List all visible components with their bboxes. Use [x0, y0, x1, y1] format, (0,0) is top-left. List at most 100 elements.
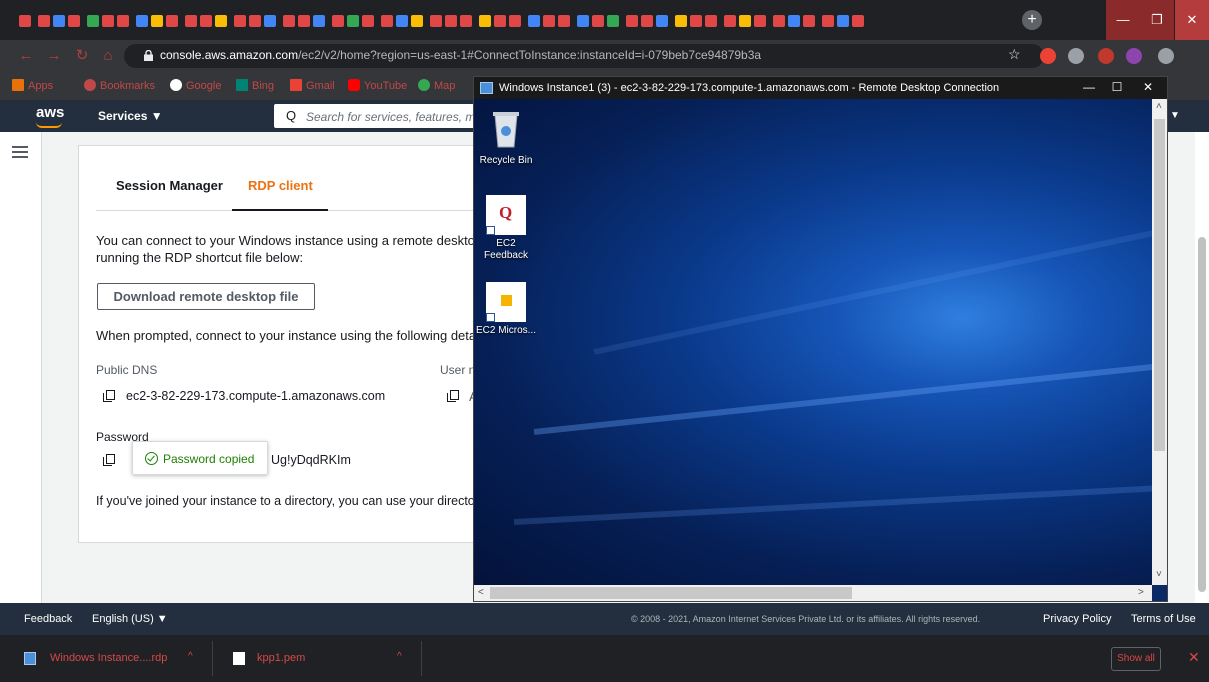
aws-logo[interactable]: aws [36, 104, 64, 121]
desktop-icon-ec2-feedback[interactable]: Q EC2 Feedback [476, 195, 536, 262]
copy-password-icon[interactable] [103, 454, 115, 466]
tab-favicon[interactable] [558, 15, 570, 27]
show-all-downloads-button[interactable]: Show all [1111, 647, 1161, 671]
back-icon[interactable]: ← [16, 46, 36, 66]
tab-favicon[interactable] [705, 15, 717, 27]
tab-favicon[interactable] [136, 15, 148, 27]
tab-favicon[interactable] [283, 15, 295, 27]
tab-favicon[interactable] [754, 15, 766, 27]
tab-favicon[interactable] [773, 15, 785, 27]
tab-favicon[interactable] [803, 15, 815, 27]
tab-favicon[interactable] [19, 15, 31, 27]
tab-favicon[interactable] [479, 15, 491, 27]
home-icon[interactable]: ⌂ [98, 46, 118, 66]
tab-favicon[interactable] [494, 15, 506, 27]
tab-favicon[interactable] [724, 15, 736, 27]
tab-favicon[interactable] [411, 15, 423, 27]
copy-dns-icon[interactable] [103, 390, 115, 402]
tab-favicon[interactable] [396, 15, 408, 27]
account-menu-caret-icon[interactable]: ▼ [1170, 110, 1180, 121]
language-selector[interactable]: English (US) ▼ [92, 613, 168, 625]
tab-favicon[interactable] [53, 15, 65, 27]
scroll-down-arrow-icon[interactable]: ˅ [1156, 569, 1162, 580]
tab-favicon[interactable] [739, 15, 751, 27]
windows-desktop[interactable]: Recycle Bin Q EC2 Feedback EC2 Micros... [474, 99, 1152, 585]
tab-favicon[interactable] [852, 15, 864, 27]
services-menu[interactable]: Services ▼ [98, 109, 163, 123]
rdp-horizontal-scrollbar[interactable]: < > [474, 585, 1152, 601]
reload-icon[interactable]: ↻ [72, 46, 92, 66]
extension-icon[interactable] [1158, 48, 1174, 64]
tab-favicon[interactable] [185, 15, 197, 27]
rdp-minimize-button[interactable]: — [1079, 80, 1099, 94]
rdp-hscroll-thumb[interactable] [490, 587, 852, 599]
scroll-right-arrow-icon[interactable]: > [1138, 587, 1144, 598]
bookmark-gmail[interactable]: Gmail [290, 79, 335, 92]
bookmark-bing[interactable]: Bing [236, 79, 274, 92]
download-options-caret-icon[interactable]: ^ [188, 651, 193, 662]
maximize-window-button[interactable]: ❐ [1140, 0, 1174, 40]
tab-favicon[interactable] [445, 15, 457, 27]
bookmark-google[interactable]: Google [170, 79, 221, 92]
tab-favicon[interactable] [102, 15, 114, 27]
new-tab-button[interactable]: + [1022, 10, 1042, 30]
rdp-vscroll-thumb[interactable] [1154, 119, 1165, 451]
tab-favicon[interactable] [117, 15, 129, 27]
tab-favicon[interactable] [430, 15, 442, 27]
forward-icon[interactable]: → [44, 46, 64, 66]
rdp-vertical-scrollbar[interactable]: ˄ ˅ [1152, 99, 1167, 585]
bookmark-apps[interactable]: Apps [12, 79, 53, 92]
page-scroll-thumb[interactable] [1198, 237, 1206, 592]
tab-favicon[interactable] [788, 15, 800, 27]
desktop-icon-ec2-microsoft[interactable]: EC2 Micros... [476, 282, 536, 337]
tab-favicon[interactable] [381, 15, 393, 27]
download-remote-desktop-file-button[interactable]: Download remote desktop file [97, 283, 315, 310]
tab-favicon[interactable] [690, 15, 702, 27]
tab-favicon[interactable] [362, 15, 374, 27]
tab-favicon[interactable] [166, 15, 178, 27]
rdp-maximize-button[interactable]: ☐ [1107, 80, 1127, 94]
extension-icon[interactable] [1098, 48, 1114, 64]
tab-favicon[interactable] [87, 15, 99, 27]
page-scrollbar[interactable] [1195, 132, 1209, 603]
bookmark-youtube[interactable]: YouTube [348, 79, 407, 92]
tab-favicon[interactable] [592, 15, 604, 27]
extension-icon[interactable] [1040, 48, 1056, 64]
tab-favicon[interactable] [200, 15, 212, 27]
tab-favicon[interactable] [460, 15, 472, 27]
privacy-policy-link[interactable]: Privacy Policy [1043, 613, 1111, 625]
tab-favicon[interactable] [347, 15, 359, 27]
bookmark-maps[interactable]: Map [418, 79, 455, 92]
scroll-up-arrow-icon[interactable]: ˄ [1156, 101, 1162, 112]
tab-favicon[interactable] [837, 15, 849, 27]
remote-desktop-window[interactable]: Windows Instance1 (3) - ec2-3-82-229-173… [473, 76, 1168, 602]
bookmark-bookmarks[interactable]: Bookmarks [84, 79, 155, 92]
tab-favicon[interactable] [249, 15, 261, 27]
address-url[interactable]: console.aws.amazon.com/ec2/v2/home?regio… [160, 48, 761, 62]
rdp-title-bar[interactable]: Windows Instance1 (3) - ec2-3-82-229-173… [474, 77, 1167, 99]
tab-favicon[interactable] [38, 15, 50, 27]
tab-favicon[interactable] [528, 15, 540, 27]
tab-session-manager[interactable]: Session Manager [116, 178, 223, 193]
bookmark-star-icon[interactable]: ☆ [1008, 46, 1021, 63]
extension-icon[interactable] [1126, 48, 1142, 64]
tab-favicon[interactable] [215, 15, 227, 27]
close-downloads-shelf-icon[interactable]: ✕ [1188, 649, 1200, 666]
tab-favicon[interactable] [68, 15, 80, 27]
tab-favicon[interactable] [641, 15, 653, 27]
minimize-window-button[interactable]: — [1106, 0, 1140, 40]
tab-favicon[interactable] [577, 15, 589, 27]
close-window-button[interactable]: ✕ [1175, 0, 1209, 40]
scroll-left-arrow-icon[interactable]: < [478, 587, 484, 598]
tab-favicon[interactable] [626, 15, 638, 27]
tab-favicon[interactable] [298, 15, 310, 27]
tab-favicon[interactable] [332, 15, 344, 27]
tab-rdp-client[interactable]: RDP client [248, 178, 313, 193]
tab-favicon[interactable] [543, 15, 555, 27]
tab-favicon[interactable] [607, 15, 619, 27]
terms-of-use-link[interactable]: Terms of Use [1131, 613, 1196, 625]
tab-favicon[interactable] [656, 15, 668, 27]
rdp-close-button[interactable]: ✕ [1138, 80, 1158, 94]
download-item[interactable]: kpp1.pem ^ [213, 635, 421, 682]
tab-favicon[interactable] [313, 15, 325, 27]
